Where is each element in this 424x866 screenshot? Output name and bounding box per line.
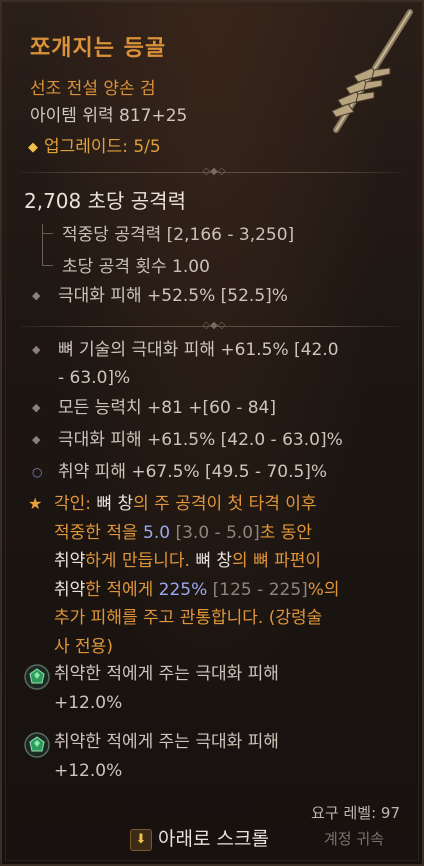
aspect-text: 의 뼈 파편이 bbox=[232, 551, 322, 571]
aspect-text: %의 bbox=[307, 579, 340, 600]
gem-effect-value: +12.0% bbox=[54, 761, 123, 781]
stat-tree-tick bbox=[43, 233, 53, 234]
aspect-value: 5.0 bbox=[143, 522, 171, 543]
dps-value: 2,708 초당 공격력 bbox=[24, 189, 186, 213]
implicit-affix-text: 극대화 피해 +52.5% [52.5]% bbox=[58, 286, 288, 306]
aspect-range: [125 - 225] bbox=[207, 579, 308, 600]
aspect-range: [3.0 - 5.0] bbox=[170, 522, 260, 543]
socketed-gem: 취약한 적에게 주는 극대화 피해 +12.0% bbox=[24, 664, 279, 713]
affix-text: 극대화 피해 +61.5% [42.0 - 63.0]% bbox=[58, 430, 343, 450]
aspect-value: 225% bbox=[158, 579, 208, 600]
legendary-aspect: ★ 각인: 뼈 창의 주 공격이 첫 타격 이후 적중한 적을 5.0 [3.0… bbox=[28, 490, 404, 661]
aspect-keyword: 취약 bbox=[54, 551, 86, 571]
affix-text-cont: - 63.0]% bbox=[58, 368, 131, 388]
item-name: 쪼개지는 등골 bbox=[30, 36, 167, 61]
attacks-per-second: 초당 공격 횟수 1.00 bbox=[62, 257, 210, 277]
affix-row: ○ 취약 피해 +67.5% [49.5 - 70.5]% bbox=[32, 458, 328, 486]
aspect-text: 하게 만듭니다. bbox=[85, 551, 196, 571]
affix-row: ◆ 뼈 기술의 극대화 피해 +61.5% [42.0 - 63.0]% bbox=[32, 336, 339, 392]
gem-effect-text: 취약한 적에게 주는 극대화 피해 bbox=[54, 732, 279, 752]
divider-ornament-icon: ◇◆◇ bbox=[202, 320, 226, 331]
scroll-key-icon: ⬇ bbox=[130, 829, 152, 851]
item-power: 아이템 위력 817+25 bbox=[30, 106, 188, 126]
affix-text: 뼈 기술의 극대화 피해 +61.5% [42.0 bbox=[58, 340, 339, 360]
aspect-text: 초 동안 bbox=[259, 522, 313, 543]
aspect-text: 사 전용) bbox=[54, 636, 113, 657]
stat-tree-tick bbox=[43, 265, 53, 266]
bullet-diamond-icon: ◆ bbox=[32, 289, 41, 302]
aspect-star-icon: ★ bbox=[28, 494, 43, 513]
bullet-diamond-icon: ◆ bbox=[32, 343, 41, 356]
item-tooltip-panel: 쪼개지는 등골 선조 전설 양손 검 아이템 위력 817+25 ◆ 업그레이드:… bbox=[0, 0, 424, 866]
required-level: 요구 레벨: 97 bbox=[311, 804, 400, 822]
emerald-gem-icon bbox=[24, 732, 50, 758]
aspect-text: 의 주 공격이 첫 타격 이후 bbox=[133, 494, 317, 514]
aspect-text: 한 적에게 bbox=[85, 579, 159, 600]
aspect-skill: 뼈 창 bbox=[96, 494, 134, 514]
bullet-diamond-icon: ◆ bbox=[32, 401, 41, 414]
aspect-keyword: 취약 bbox=[54, 579, 86, 600]
scroll-down-hint[interactable]: ⬇ 아래로 스크롤 bbox=[130, 824, 269, 853]
implicit-affix: ◆ 극대화 피해 +52.5% [52.5]% bbox=[32, 282, 288, 310]
diamond-icon: ◆ bbox=[28, 140, 38, 155]
damage-per-hit: 적중당 공격력 [2,166 - 3,250] bbox=[62, 225, 295, 245]
stat-tree-line bbox=[42, 224, 43, 266]
upgrade-count: ◆ 업그레이드: 5/5 bbox=[28, 132, 161, 157]
affix-row: ◆ 극대화 피해 +61.5% [42.0 - 63.0]% bbox=[32, 426, 343, 454]
item-type: 선조 전설 양손 검 bbox=[30, 79, 156, 99]
affix-text: 모든 능력치 +81 +[60 - 84] bbox=[58, 398, 277, 418]
aspect-text: 각인: bbox=[54, 494, 97, 514]
aspect-skill: 뼈 창 bbox=[195, 551, 233, 571]
scroll-label: 아래로 스크롤 bbox=[158, 828, 269, 850]
account-bound-label: 계정 귀속 bbox=[324, 830, 384, 848]
bullet-diamond-icon: ◆ bbox=[32, 433, 41, 446]
gem-effect-value: +12.0% bbox=[54, 693, 123, 713]
tempered-ring-icon: ○ bbox=[32, 465, 43, 479]
affix-text: 취약 피해 +67.5% [49.5 - 70.5]% bbox=[58, 462, 328, 482]
aspect-text: 추가 피해를 주고 관통합니다. (강령술 bbox=[54, 608, 323, 628]
bone-spine-sword-icon bbox=[331, 9, 413, 133]
socketed-gem: 취약한 적에게 주는 극대화 피해 +12.0% bbox=[24, 732, 279, 781]
aspect-text: 적중한 적을 bbox=[54, 522, 144, 543]
divider-ornament-icon: ◇◆◇ bbox=[202, 166, 226, 177]
affix-row: ◆ 모든 능력치 +81 +[60 - 84] bbox=[32, 394, 277, 422]
gem-effect-text: 취약한 적에게 주는 극대화 피해 bbox=[54, 664, 279, 684]
upgrade-label: 업그레이드: 5/5 bbox=[44, 137, 161, 157]
emerald-gem-icon bbox=[24, 664, 50, 690]
